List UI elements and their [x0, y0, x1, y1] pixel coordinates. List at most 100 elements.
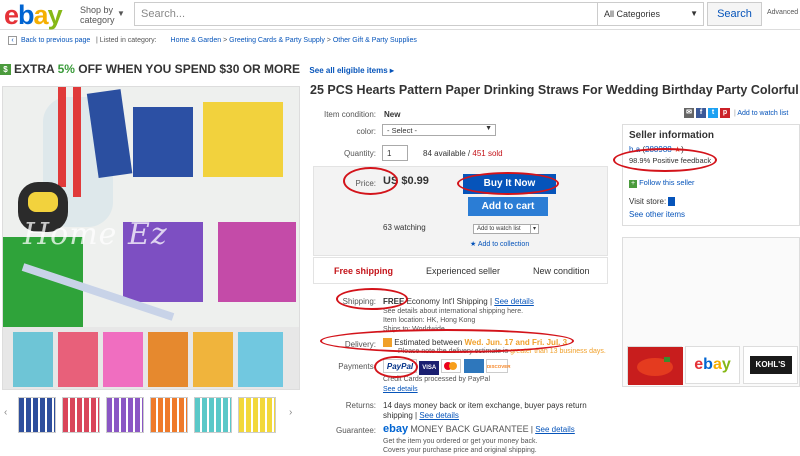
buy-it-now-button[interactable]: Buy It Now: [463, 174, 556, 194]
credit-cards-note: Credit Cards processed by PayPal: [383, 376, 490, 383]
guarantee-details-link[interactable]: See details: [535, 425, 575, 434]
item-location: Item location: HK, Hong Kong: [383, 317, 476, 324]
tag-icon: $: [0, 64, 11, 76]
star-icon: ★: [470, 241, 477, 248]
back-link[interactable]: ‹ Back to previous page: [8, 36, 90, 45]
returns-label: Returns:: [345, 401, 376, 410]
thumbnail[interactable]: [106, 397, 144, 433]
advanced-search-link[interactable]: Advanced: [767, 9, 798, 16]
returns-details-link[interactable]: See details: [419, 411, 459, 420]
shipping-value: FREE Economy Int'l Shipping | See detail…: [383, 297, 534, 306]
returns-value: 14 days money back or item exchange, buy…: [383, 401, 587, 420]
plus-icon: +: [629, 180, 637, 188]
shop-by-category[interactable]: Shop by category: [80, 5, 116, 25]
email-icon[interactable]: ✉: [684, 108, 694, 118]
top-header: ebay Shop by category ▼ Search... All Ca…: [0, 0, 800, 30]
shipping-note: See details about international shipping…: [383, 308, 524, 315]
thumbnail[interactable]: [238, 397, 276, 433]
seller-info-box: Seller information h a (288988 ★) 98.9% …: [622, 124, 800, 226]
delivery-label: Delivery:: [344, 340, 376, 349]
share-bar: ✉ f t p | Add to watch list: [684, 108, 788, 118]
ebay-guarantee-logo: ebay: [383, 423, 409, 435]
breadcrumb-item[interactable]: Greeting Cards & Party Supply: [229, 37, 325, 44]
condition-value: New: [384, 110, 401, 119]
positive-feedback: 98.9% Positive feedback: [629, 156, 712, 165]
chevron-down-icon[interactable]: ▾: [530, 224, 539, 234]
item-title: 25 PCS Hearts Pattern Paper Drinking Str…: [310, 83, 799, 97]
add-to-cart-button[interactable]: Add to cart: [468, 197, 548, 216]
seller-name[interactable]: h a (288988 ★): [629, 145, 684, 154]
features-bar: Free shipping Experienced seller New con…: [313, 257, 608, 284]
ad-panel: ebay KOHL'S: [622, 237, 800, 387]
delivery-note: Please note the delivery estimate is gre…: [398, 348, 606, 355]
chevron-down-icon: ▼: [485, 125, 492, 132]
paypal-logo: PayPal: [383, 359, 417, 373]
free-shipping-feature: Free shipping: [334, 266, 394, 276]
other-items-link[interactable]: See other items: [629, 210, 685, 219]
amex-logo: [463, 359, 484, 373]
chevron-left-icon[interactable]: ‹: [4, 407, 7, 418]
visit-store[interactable]: Visit store:: [629, 197, 676, 207]
chevron-down-icon: ▼: [690, 9, 698, 18]
kohls-ad[interactable]: KOHL'S: [743, 346, 798, 384]
ebay-logo[interactable]: ebay: [4, 0, 63, 31]
add-to-watch-link[interactable]: Add to watch list: [737, 110, 788, 117]
delivery-value: Estimated between Wed. Jun. 17 and Fri. …: [383, 338, 567, 348]
condition-label: Item condition:: [323, 110, 376, 119]
truck-icon: [383, 338, 392, 348]
color-select[interactable]: - Select - ▼: [382, 124, 496, 136]
ebay-ad[interactable]: ebay: [685, 346, 740, 384]
star-icon: ★: [673, 145, 682, 154]
category-select[interactable]: All Categories ▼: [597, 2, 704, 26]
visa-logo: VISA: [419, 361, 440, 375]
breadcrumb: ‹ Back to previous page | Listed in categ…: [0, 34, 800, 48]
guarantee-banner: ebay MONEY BACK GUARANTEE | See details: [383, 423, 575, 435]
breadcrumb-item[interactable]: Home & Garden: [171, 37, 222, 44]
thumbnail[interactable]: [62, 397, 100, 433]
quantity-input[interactable]: 1: [382, 145, 408, 161]
availability: 84 available / 451 sold: [423, 149, 503, 158]
shipping-details-link[interactable]: See details: [494, 297, 534, 306]
discover-logo: DISCOVER: [485, 359, 510, 373]
back-arrow-icon: ‹: [8, 36, 17, 45]
twitter-icon[interactable]: t: [708, 108, 718, 118]
thumbnail[interactable]: [150, 397, 188, 433]
sold-link[interactable]: 451 sold: [472, 149, 502, 158]
price-label: Price:: [355, 179, 376, 188]
store-icon: [668, 197, 676, 207]
guarantee-line1: Get the item you ordered or get your mon…: [383, 438, 538, 445]
watermark: Home Ez: [23, 217, 168, 252]
color-label: color:: [356, 127, 376, 136]
new-condition-feature: New condition: [533, 266, 590, 276]
guarantee-line2: Covers your purchase price and original …: [383, 447, 537, 454]
price: US $0.99: [383, 175, 429, 187]
payments-label: Payments:: [338, 362, 376, 371]
ships-to: Ships to: Worldwide: [383, 326, 445, 333]
follow-seller[interactable]: + Follow this seller: [629, 178, 695, 188]
chevron-down-icon: ▼: [117, 9, 125, 18]
facebook-icon[interactable]: f: [696, 108, 706, 118]
payment-details-link[interactable]: See details: [383, 386, 418, 393]
thumbnail[interactable]: [194, 397, 232, 433]
pinterest-icon[interactable]: p: [720, 108, 730, 118]
add-to-collection-link[interactable]: ★ Add to collection: [470, 240, 529, 248]
watching-count: 63 watching: [383, 223, 426, 232]
seller-info-header: Seller information: [629, 130, 715, 141]
payment-logos: PayPal VISA DISCOVER: [383, 359, 510, 375]
eligible-items-link[interactable]: See all eligible items ▸: [309, 66, 394, 75]
guarantee-label: Guarantee:: [335, 426, 376, 435]
main-product-image[interactable]: Home Ez: [2, 86, 300, 390]
shipping-label: Shipping:: [342, 297, 376, 306]
experienced-seller-feature: Experienced seller: [426, 266, 501, 276]
thumbnail[interactable]: [18, 397, 56, 433]
breadcrumb-item[interactable]: Other Gift & Party Supplies: [333, 37, 417, 44]
search-input[interactable]: Search...: [134, 2, 598, 26]
chili-icon: [628, 347, 683, 385]
chili-ad[interactable]: [627, 346, 683, 385]
search-button[interactable]: Search: [707, 2, 762, 26]
promo-banner: $ EXTRA 5% OFF WHEN YOU SPEND $30 OR MORE…: [0, 62, 394, 80]
thumbnail-strip: ‹ ›: [2, 395, 300, 433]
chevron-right-icon[interactable]: ›: [289, 407, 292, 418]
quantity-label: Quantity:: [343, 149, 376, 158]
mastercard-logo: [441, 359, 462, 373]
